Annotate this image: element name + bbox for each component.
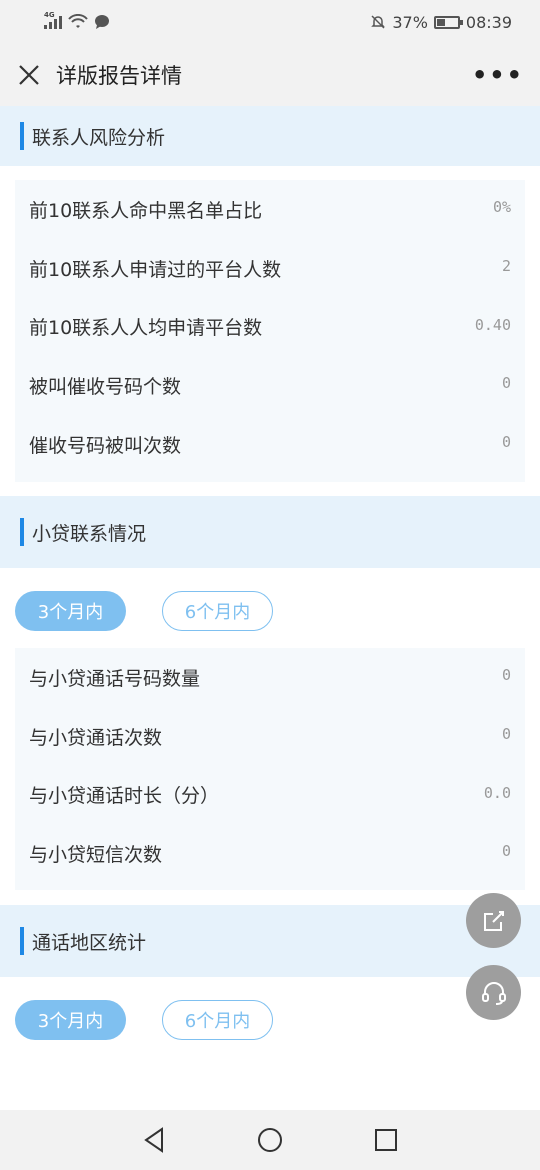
wifi-icon bbox=[68, 14, 88, 28]
home-circle-icon bbox=[258, 1128, 282, 1152]
tab-6-months[interactable]: 6个月内 bbox=[162, 591, 273, 631]
list-item: 前10联系人人均申请平台数 0.40 bbox=[29, 315, 511, 340]
battery-percent: 37% bbox=[392, 12, 428, 32]
customer-service-button[interactable] bbox=[466, 965, 521, 1020]
tab-6-months[interactable]: 6个月内 bbox=[162, 1000, 273, 1040]
section-title: 联系人风险分析 bbox=[32, 126, 166, 149]
back-button[interactable] bbox=[141, 1127, 167, 1153]
call-region-tabs: 3个月内 6个月内 bbox=[15, 1000, 273, 1040]
signal-icon: 4G bbox=[44, 11, 62, 29]
section-header-loan-contact: 小贷联系情况 bbox=[0, 496, 540, 568]
list-item: 前10联系人申请过的平台人数 2 bbox=[29, 256, 511, 281]
list-item: 前10联系人命中黑名单占比 0% bbox=[29, 198, 511, 222]
section-header-call-region: 通话地区统计 bbox=[0, 905, 540, 977]
home-button[interactable] bbox=[257, 1127, 283, 1153]
section-title: 小贷联系情况 bbox=[32, 522, 147, 545]
recents-button[interactable] bbox=[373, 1127, 399, 1153]
loan-contact-card: 与小贷通话号码数量 0 与小贷通话次数 0 与小贷通话时长（分） 0.0 与小贷… bbox=[15, 648, 525, 890]
section-title: 通话地区统计 bbox=[32, 931, 147, 954]
status-bar: 4G 37% 08:39 bbox=[0, 0, 540, 44]
list-item: 被叫催收号码个数 0 bbox=[29, 374, 511, 399]
system-navigation-bar bbox=[0, 1110, 540, 1170]
navigation-bar: 详版报告详情 ••• bbox=[0, 44, 540, 106]
loan-contact-tabs: 3个月内 6个月内 bbox=[15, 591, 273, 631]
list-item: 与小贷通话号码数量 0 bbox=[29, 666, 511, 690]
back-triangle-icon bbox=[144, 1127, 163, 1153]
message-icon bbox=[95, 15, 109, 29]
more-menu-button[interactable]: ••• bbox=[472, 61, 524, 89]
list-item: 与小贷通话次数 0 bbox=[29, 724, 511, 749]
section-accent-bar bbox=[20, 122, 24, 150]
clock: 08:39 bbox=[465, 12, 512, 32]
share-icon bbox=[483, 910, 504, 931]
section-accent-bar bbox=[20, 927, 24, 955]
list-item: 与小贷通话时长（分） 0.0 bbox=[29, 783, 511, 808]
tab-3-months[interactable]: 3个月内 bbox=[15, 1000, 126, 1040]
battery-icon bbox=[433, 15, 463, 29]
contact-risk-card: 前10联系人命中黑名单占比 0% 前10联系人申请过的平台人数 2 前10联系人… bbox=[15, 180, 525, 482]
close-icon[interactable] bbox=[16, 64, 42, 86]
mute-bell-icon bbox=[371, 15, 386, 29]
section-accent-bar bbox=[20, 518, 24, 546]
list-item: 催收号码被叫次数 0 bbox=[29, 433, 511, 458]
section-header-contact-risk: 联系人风险分析 bbox=[0, 106, 540, 166]
list-item: 与小贷短信次数 0 bbox=[29, 842, 511, 867]
share-button[interactable] bbox=[466, 893, 521, 948]
page-title: 详版报告详情 bbox=[56, 64, 182, 88]
tab-3-months[interactable]: 3个月内 bbox=[15, 591, 126, 631]
headset-icon bbox=[481, 981, 506, 1005]
recents-square-icon bbox=[375, 1129, 397, 1151]
